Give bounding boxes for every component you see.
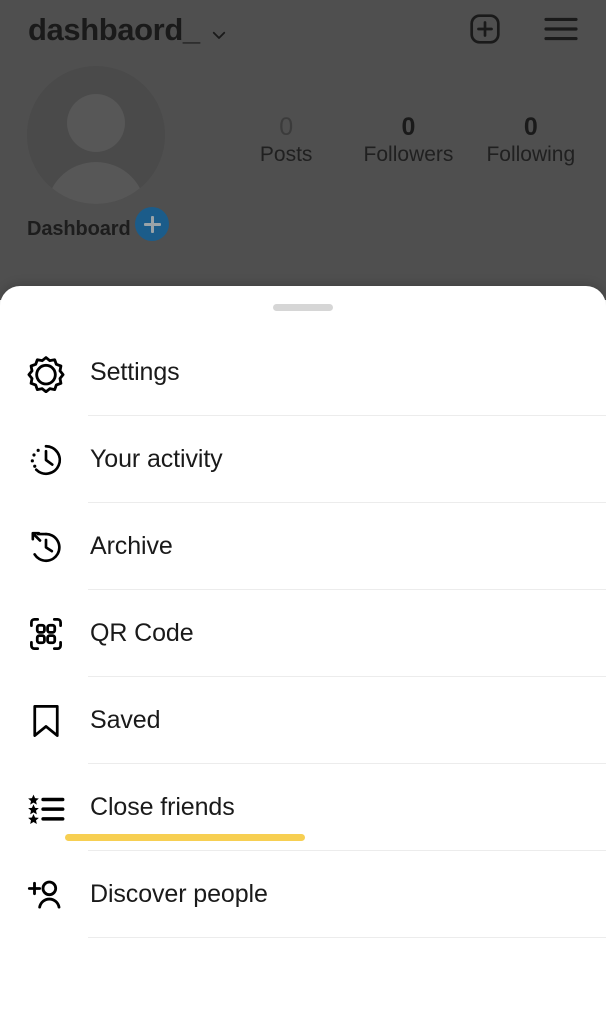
bookmark-icon bbox=[24, 699, 68, 743]
profile-backdrop: dashbaord_ Dashboard 0 Posts 0 Followers… bbox=[0, 0, 606, 300]
avatar-body-shape bbox=[46, 162, 146, 204]
menu-item-close-friends[interactable]: Close friends bbox=[0, 764, 606, 851]
menu-label: Close friends bbox=[90, 793, 235, 821]
avatar-head-shape bbox=[67, 94, 125, 152]
plus-square-icon[interactable] bbox=[466, 10, 504, 48]
star-list-icon bbox=[24, 786, 68, 830]
app-bar: dashbaord_ bbox=[0, 0, 606, 58]
drag-handle[interactable] bbox=[273, 304, 333, 311]
qr-code-icon bbox=[24, 612, 68, 656]
menu-label: Archive bbox=[90, 532, 173, 560]
plus-icon[interactable] bbox=[135, 207, 169, 241]
menu-label: Discover people bbox=[90, 880, 268, 908]
stat-posts-label: Posts bbox=[259, 143, 313, 167]
menu-item-qr-code[interactable]: QR Code bbox=[0, 590, 606, 677]
menu-item-archive[interactable]: Archive bbox=[0, 503, 606, 590]
hamburger-menu-icon[interactable] bbox=[542, 10, 580, 48]
menu-label: QR Code bbox=[90, 619, 194, 647]
avatar-block: Dashboard bbox=[27, 66, 169, 241]
activity-clock-icon bbox=[24, 438, 68, 482]
username-switcher[interactable]: dashbaord_ bbox=[28, 14, 228, 45]
stat-followers-label: Followers bbox=[363, 143, 454, 167]
stat-following-label: Following bbox=[486, 143, 576, 167]
menu-item-discover-people[interactable]: Discover people bbox=[0, 851, 606, 938]
stat-posts-value: 0 bbox=[279, 113, 294, 141]
menu-label: Settings bbox=[90, 358, 180, 386]
menu-label: Your activity bbox=[90, 445, 223, 473]
menu-label: Saved bbox=[90, 706, 161, 734]
menu-list: Settings Your activity Archive QR Code S… bbox=[0, 329, 606, 938]
avatar[interactable] bbox=[27, 66, 165, 204]
gear-icon bbox=[24, 351, 68, 395]
menu-divider bbox=[88, 937, 606, 938]
menu-item-your-activity[interactable]: Your activity bbox=[0, 416, 606, 503]
archive-history-icon bbox=[24, 525, 68, 569]
chevron-down-icon[interactable] bbox=[210, 22, 228, 40]
stat-following-value: 0 bbox=[523, 113, 538, 141]
menu-item-saved[interactable]: Saved bbox=[0, 677, 606, 764]
stat-followers-value: 0 bbox=[401, 113, 416, 141]
profile-stats: 0 Posts 0 Followers 0 Following bbox=[225, 114, 606, 167]
app-bar-actions bbox=[466, 10, 580, 48]
plus-bar-vertical bbox=[150, 215, 154, 233]
close-friends-highlight-underline bbox=[65, 834, 305, 841]
stat-posts[interactable]: 0 Posts bbox=[234, 114, 338, 167]
profile-summary: Dashboard 0 Posts 0 Followers 0 Followin… bbox=[0, 66, 606, 241]
stat-following[interactable]: 0 Following bbox=[479, 114, 583, 167]
menu-item-settings[interactable]: Settings bbox=[0, 329, 606, 416]
add-person-icon bbox=[24, 873, 68, 917]
stat-followers[interactable]: 0 Followers bbox=[356, 114, 460, 167]
bottom-sheet-menu: Settings Your activity Archive QR Code S… bbox=[0, 286, 606, 1024]
username-label: dashbaord_ bbox=[28, 11, 200, 47]
